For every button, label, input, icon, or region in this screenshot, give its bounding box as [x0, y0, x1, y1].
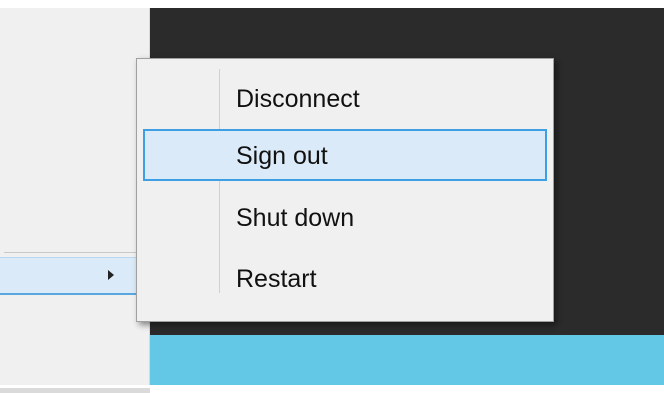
power-options-menu: Disconnect Sign out Shut down Restart — [136, 58, 554, 322]
menu-item-label: Shut down — [236, 204, 355, 232]
menu-item-label: Sign out — [236, 142, 328, 170]
start-pane-footer — [0, 388, 150, 393]
menu-item-shut-down[interactable]: Shut down — [143, 191, 547, 243]
menu-item-disconnect[interactable]: Disconnect — [143, 72, 547, 124]
menu-item-restart[interactable]: Restart — [143, 252, 547, 304]
screen: Disconnect Sign out Shut down Restart — [0, 0, 664, 393]
taskbar-strip — [150, 335, 664, 385]
divider — [4, 252, 150, 253]
menu-item-label: Disconnect — [236, 85, 360, 113]
menu-item-label: Restart — [236, 265, 317, 293]
menu-item-sign-out[interactable]: Sign out — [143, 129, 547, 181]
chevron-right-icon — [108, 270, 114, 280]
power-button[interactable] — [0, 257, 150, 295]
start-menu-pane — [0, 8, 150, 393]
